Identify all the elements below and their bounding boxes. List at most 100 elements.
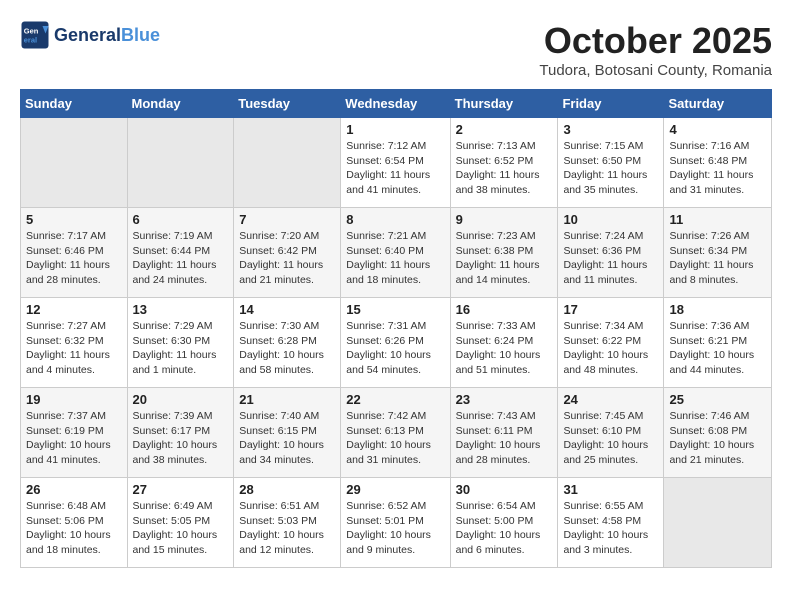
day-info: Sunrise: 7:42 AM Sunset: 6:13 PM Dayligh… — [346, 409, 444, 468]
logo-icon: Gen eral — [20, 20, 50, 50]
day-of-week-header: Tuesday — [234, 90, 341, 118]
calendar-day-cell: 6 Sunrise: 7:19 AM Sunset: 6:44 PM Daylig… — [127, 208, 234, 298]
calendar-day-cell: 7 Sunrise: 7:20 AM Sunset: 6:42 PM Daylig… — [234, 208, 341, 298]
day-info: Sunrise: 7:17 AM Sunset: 6:46 PM Dayligh… — [26, 229, 122, 288]
day-number: 15 — [346, 302, 444, 317]
title-block: October 2025 Tudora, Botosani County, Ro… — [539, 20, 772, 79]
day-info: Sunrise: 7:45 AM Sunset: 6:10 PM Dayligh… — [563, 409, 658, 468]
calendar-day-cell: 27 Sunrise: 6:49 AM Sunset: 5:05 PM Dayli… — [127, 478, 234, 568]
calendar-day-cell: 12 Sunrise: 7:27 AM Sunset: 6:32 PM Dayli… — [21, 298, 128, 388]
calendar-day-cell — [664, 478, 772, 568]
day-info: Sunrise: 7:33 AM Sunset: 6:24 PM Dayligh… — [456, 319, 553, 378]
day-info: Sunrise: 7:24 AM Sunset: 6:36 PM Dayligh… — [563, 229, 658, 288]
day-info: Sunrise: 6:55 AM Sunset: 4:58 PM Dayligh… — [563, 499, 658, 558]
calendar-day-cell: 21 Sunrise: 7:40 AM Sunset: 6:15 PM Dayli… — [234, 388, 341, 478]
calendar-day-cell: 4 Sunrise: 7:16 AM Sunset: 6:48 PM Daylig… — [664, 118, 772, 208]
day-info: Sunrise: 7:19 AM Sunset: 6:44 PM Dayligh… — [133, 229, 229, 288]
day-of-week-header: Monday — [127, 90, 234, 118]
day-info: Sunrise: 7:15 AM Sunset: 6:50 PM Dayligh… — [563, 139, 658, 198]
calendar-day-cell: 15 Sunrise: 7:31 AM Sunset: 6:26 PM Dayli… — [341, 298, 450, 388]
calendar-day-cell: 13Sunrise: 7:29 AM Sunset: 6:30 PM Dayli… — [127, 298, 234, 388]
calendar-day-cell: 20Sunrise: 7:39 AM Sunset: 6:17 PM Dayli… — [127, 388, 234, 478]
day-info: Sunrise: 6:48 AM Sunset: 5:06 PM Dayligh… — [26, 499, 122, 558]
calendar-day-cell: 26 Sunrise: 6:48 AM Sunset: 5:06 PM Dayli… — [21, 478, 128, 568]
calendar-day-cell: 22Sunrise: 7:42 AM Sunset: 6:13 PM Dayli… — [341, 388, 450, 478]
svg-text:eral: eral — [24, 36, 37, 45]
day-number: 6 — [133, 212, 229, 227]
day-number: 2 — [456, 122, 553, 137]
calendar-day-cell: 25 Sunrise: 7:46 AM Sunset: 6:08 PM Dayli… — [664, 388, 772, 478]
day-number: 31 — [563, 482, 658, 497]
day-number: 9 — [456, 212, 553, 227]
calendar-week-row: 12 Sunrise: 7:27 AM Sunset: 6:32 PM Dayli… — [21, 298, 772, 388]
day-number: 18 — [669, 302, 766, 317]
calendar-day-cell — [234, 118, 341, 208]
day-info: Sunrise: 7:21 AM Sunset: 6:40 PM Dayligh… — [346, 229, 444, 288]
day-info: Sunrise: 7:37 AM Sunset: 6:19 PM Dayligh… — [26, 409, 122, 468]
day-number: 4 — [669, 122, 766, 137]
day-number: 29 — [346, 482, 444, 497]
page-header: Gen eral GeneralBlue October 2025 Tudora… — [20, 20, 772, 79]
day-number: 7 — [239, 212, 335, 227]
day-info: Sunrise: 7:43 AM Sunset: 6:11 PM Dayligh… — [456, 409, 553, 468]
day-info: Sunrise: 7:34 AM Sunset: 6:22 PM Dayligh… — [563, 319, 658, 378]
day-number: 12 — [26, 302, 122, 317]
day-number: 17 — [563, 302, 658, 317]
logo-text: GeneralBlue — [54, 25, 160, 46]
calendar-table: SundayMondayTuesdayWednesdayThursdayFrid… — [20, 89, 772, 568]
day-of-week-header: Saturday — [664, 90, 772, 118]
calendar-week-row: 5Sunrise: 7:17 AM Sunset: 6:46 PM Daylig… — [21, 208, 772, 298]
calendar-day-cell: 30 Sunrise: 6:54 AM Sunset: 5:00 PM Dayli… — [450, 478, 558, 568]
calendar-week-row: 1 Sunrise: 7:12 AM Sunset: 6:54 PM Daylig… — [21, 118, 772, 208]
day-number: 19 — [26, 392, 122, 407]
day-number: 8 — [346, 212, 444, 227]
day-info: Sunrise: 7:40 AM Sunset: 6:15 PM Dayligh… — [239, 409, 335, 468]
day-number: 25 — [669, 392, 766, 407]
calendar-day-cell: 23 Sunrise: 7:43 AM Sunset: 6:11 PM Dayli… — [450, 388, 558, 478]
day-number: 24 — [563, 392, 658, 407]
day-number: 10 — [563, 212, 658, 227]
day-number: 30 — [456, 482, 553, 497]
day-number: 1 — [346, 122, 444, 137]
calendar-day-cell: 31 Sunrise: 6:55 AM Sunset: 4:58 PM Dayli… — [558, 478, 664, 568]
day-header-row: SundayMondayTuesdayWednesdayThursdayFrid… — [21, 90, 772, 118]
day-info: Sunrise: 7:46 AM Sunset: 6:08 PM Dayligh… — [669, 409, 766, 468]
day-number: 26 — [26, 482, 122, 497]
calendar-day-cell: 17 Sunrise: 7:34 AM Sunset: 6:22 PM Dayli… — [558, 298, 664, 388]
day-number: 23 — [456, 392, 553, 407]
calendar-day-cell: 28Sunrise: 6:51 AM Sunset: 5:03 PM Dayli… — [234, 478, 341, 568]
day-info: Sunrise: 7:26 AM Sunset: 6:34 PM Dayligh… — [669, 229, 766, 288]
calendar-day-cell: 14 Sunrise: 7:30 AM Sunset: 6:28 PM Dayli… — [234, 298, 341, 388]
day-info: Sunrise: 6:49 AM Sunset: 5:05 PM Dayligh… — [133, 499, 229, 558]
day-info: Sunrise: 7:31 AM Sunset: 6:26 PM Dayligh… — [346, 319, 444, 378]
calendar-day-cell: 11Sunrise: 7:26 AM Sunset: 6:34 PM Dayli… — [664, 208, 772, 298]
svg-text:Gen: Gen — [24, 27, 39, 36]
day-info: Sunrise: 7:16 AM Sunset: 6:48 PM Dayligh… — [669, 139, 766, 198]
calendar-day-cell: 1 Sunrise: 7:12 AM Sunset: 6:54 PM Daylig… — [341, 118, 450, 208]
day-info: Sunrise: 7:29 AM Sunset: 6:30 PM Dayligh… — [133, 319, 229, 378]
calendar-day-cell: 18 Sunrise: 7:36 AM Sunset: 6:21 PM Dayli… — [664, 298, 772, 388]
day-info: Sunrise: 7:27 AM Sunset: 6:32 PM Dayligh… — [26, 319, 122, 378]
day-number: 21 — [239, 392, 335, 407]
day-info: Sunrise: 7:13 AM Sunset: 6:52 PM Dayligh… — [456, 139, 553, 198]
day-info: Sunrise: 7:36 AM Sunset: 6:21 PM Dayligh… — [669, 319, 766, 378]
day-number: 27 — [133, 482, 229, 497]
day-info: Sunrise: 7:12 AM Sunset: 6:54 PM Dayligh… — [346, 139, 444, 198]
calendar-week-row: 19 Sunrise: 7:37 AM Sunset: 6:19 PM Dayli… — [21, 388, 772, 478]
day-number: 14 — [239, 302, 335, 317]
day-info: Sunrise: 7:30 AM Sunset: 6:28 PM Dayligh… — [239, 319, 335, 378]
day-info: Sunrise: 7:20 AM Sunset: 6:42 PM Dayligh… — [239, 229, 335, 288]
day-number: 3 — [563, 122, 658, 137]
logo: Gen eral GeneralBlue — [20, 20, 160, 50]
calendar-day-cell: 9 Sunrise: 7:23 AM Sunset: 6:38 PM Daylig… — [450, 208, 558, 298]
day-info: Sunrise: 7:23 AM Sunset: 6:38 PM Dayligh… — [456, 229, 553, 288]
day-number: 16 — [456, 302, 553, 317]
day-info: Sunrise: 6:54 AM Sunset: 5:00 PM Dayligh… — [456, 499, 553, 558]
calendar-week-row: 26 Sunrise: 6:48 AM Sunset: 5:06 PM Dayli… — [21, 478, 772, 568]
location-subtitle: Tudora, Botosani County, Romania — [539, 62, 772, 79]
calendar-day-cell — [21, 118, 128, 208]
calendar-day-cell: 5Sunrise: 7:17 AM Sunset: 6:46 PM Daylig… — [21, 208, 128, 298]
calendar-day-cell: 24 Sunrise: 7:45 AM Sunset: 6:10 PM Dayli… — [558, 388, 664, 478]
calendar-day-cell: 2 Sunrise: 7:13 AM Sunset: 6:52 PM Daylig… — [450, 118, 558, 208]
calendar-day-cell: 29Sunrise: 6:52 AM Sunset: 5:01 PM Dayli… — [341, 478, 450, 568]
